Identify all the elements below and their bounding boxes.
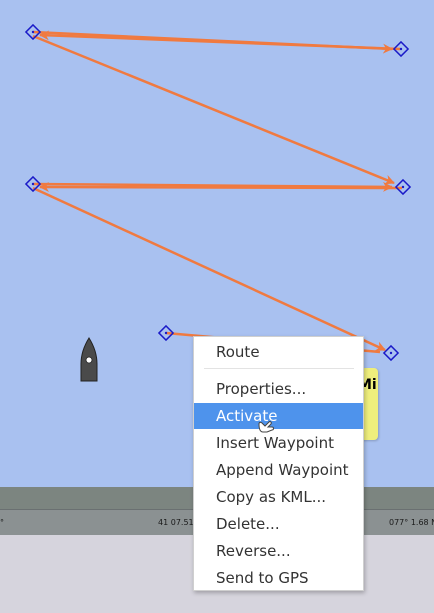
route-leg[interactable] [39,182,403,193]
menu-item-reverse[interactable]: Reverse... [194,538,363,564]
menu-item-insert-waypoint[interactable]: Insert Waypoint [194,430,363,456]
menu-item-copy-as-kml[interactable]: Copy as KML... [194,484,363,510]
waypoints [24,23,412,362]
ownship-boat-icon[interactable] [79,337,99,383]
route-context-menu[interactable]: Route Properties... Activate Insert Wayp… [193,336,364,591]
status-cell: ° [0,518,4,527]
menu-title-route: Route [216,343,260,361]
route-leg[interactable] [32,34,395,185]
route-legs[interactable] [32,30,403,354]
menu-separator [204,368,354,369]
menu-item-delete[interactable]: Delete... [194,511,363,537]
status-bearing-distance: 077° 1.68 N [389,518,434,527]
route-leg[interactable] [39,30,401,51]
menu-item-properties[interactable]: Properties... [194,376,363,402]
status-latitude: 41 07.51 [158,518,194,527]
menu-item-append-waypoint[interactable]: Append Waypoint [194,457,363,483]
waypoint-icon[interactable] [382,344,400,362]
hand-pointer-icon [258,421,274,433]
menu-item-activate[interactable]: Activate [194,403,363,429]
menu-item-send-to-gps[interactable]: Send to GPS [194,565,363,591]
route-leg[interactable] [32,186,386,352]
